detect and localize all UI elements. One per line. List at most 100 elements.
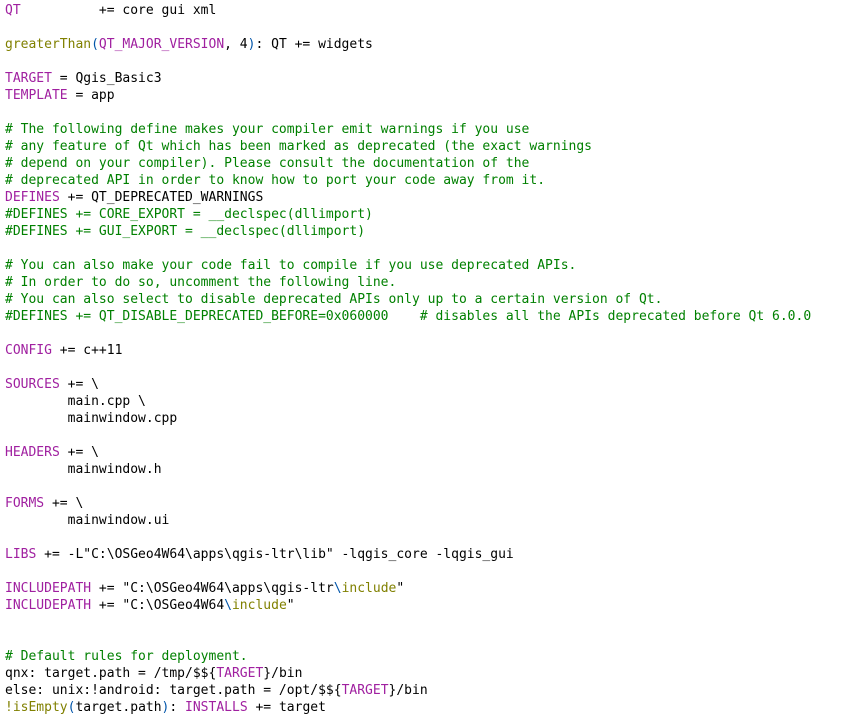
code-token: TARGET [216, 666, 264, 681]
code-token: += target [247, 700, 326, 715]
code-token: include [231, 598, 287, 613]
code-line: LIBS += -L"C:\OSGeo4W64\apps\qgis-ltr\li… [5, 546, 811, 563]
code-token: mainwindow.h [5, 462, 162, 477]
code-line: HEADERS += \ [5, 444, 811, 461]
code-line: # You can also make your code fail to co… [5, 257, 811, 274]
source-code-text[interactable]: QT += core gui xml greaterThan(QT_MAJOR_… [5, 2, 811, 716]
code-line: # depend on your compiler). Please consu… [5, 155, 811, 172]
code-token: mainwindow.ui [5, 513, 170, 528]
code-line: FORMS += \ [5, 495, 811, 512]
code-token: \ [333, 581, 342, 596]
code-token: TARGET [341, 683, 389, 698]
code-line: TARGET = Qgis_Basic3 [5, 70, 811, 87]
code-token: , 4 [224, 37, 248, 52]
code-token: INSTALLS [185, 700, 248, 715]
code-token: main.cpp \ [5, 394, 146, 409]
code-line: # any feature of Qt which has been marke… [5, 138, 811, 155]
code-token: ( [91, 37, 99, 52]
code-token: = app [67, 88, 115, 103]
code-token: # You can also select to disable depreca… [5, 292, 663, 307]
code-token: : QT += widgets [255, 37, 373, 52]
code-token: = Qgis_Basic3 [51, 71, 162, 86]
code-token: INCLUDEPATH [5, 598, 92, 613]
code-token: else: unix:!android: target.path = /opt/… [5, 683, 334, 698]
code-token: += -L"C:\OSGeo4W64\apps\qgis-ltr\lib" -l… [36, 547, 514, 562]
code-line: # Default rules for deployment. [5, 648, 811, 665]
code-token: += \ [59, 377, 99, 392]
code-line: INCLUDEPATH += "C:\OSGeo4W64\apps\qgis-l… [5, 580, 811, 597]
code-token: target.path [75, 700, 162, 715]
code-token: " [396, 581, 405, 596]
code-line: #DEFINES += QT_DISABLE_DEPRECATED_BEFORE… [5, 308, 811, 325]
code-line: TEMPLATE = app [5, 87, 811, 104]
code-token: CONFIG [5, 343, 52, 358]
code-token: += "C:\OSGeo4W64\apps\qgis-ltr [91, 581, 334, 596]
code-token: greaterThan [5, 37, 92, 52]
code-token: += QT_DEPRECATED_WARNINGS [59, 190, 264, 205]
code-line: main.cpp \ [5, 393, 811, 410]
code-token: += core gui xml [20, 3, 217, 18]
code-editor-surface[interactable]: QT += core gui xml greaterThan(QT_MAJOR_… [0, 0, 855, 723]
code-token: INCLUDEPATH [5, 581, 92, 596]
code-line: greaterThan(QT_MAJOR_VERSION, 4): QT += … [5, 36, 811, 53]
code-token: QT_MAJOR_VERSION [98, 37, 225, 52]
code-token: # Default rules for deployment. [5, 649, 248, 664]
code-token: " [286, 598, 295, 613]
code-token: # any feature of Qt which has been marke… [5, 139, 592, 154]
code-token: /bin [271, 666, 303, 681]
code-token: } [263, 666, 272, 681]
code-token: # The following define makes your compil… [5, 122, 530, 137]
code-line: #DEFINES += CORE_EXPORT = __declspec(dll… [5, 206, 811, 223]
code-line: mainwindow.ui [5, 512, 811, 529]
code-token: SOURCES [5, 377, 60, 392]
code-line: QT += core gui xml [5, 2, 811, 19]
code-line: #DEFINES += GUI_EXPORT = __declspec(dlli… [5, 223, 811, 240]
code-token: \ [224, 598, 232, 613]
code-token: += \ [59, 445, 99, 460]
code-token: LIBS [5, 547, 37, 562]
code-token: += c++11 [51, 343, 123, 358]
code-token: HEADERS [5, 445, 60, 460]
code-token: FORMS [5, 496, 45, 511]
code-line: mainwindow.cpp [5, 410, 811, 427]
code-line: !isEmpty(target.path): INSTALLS += targe… [5, 699, 811, 716]
code-line: INCLUDEPATH += "C:\OSGeo4W64\include" [5, 597, 811, 614]
code-token: QT [5, 3, 21, 18]
code-line: else: unix:!android: target.path = /opt/… [5, 682, 811, 699]
code-line: CONFIG += c++11 [5, 342, 811, 359]
code-token: DEFINES [5, 190, 60, 205]
code-token: { [333, 683, 342, 698]
code-token: TEMPLATE [5, 88, 68, 103]
code-line: # In order to do so, uncomment the follo… [5, 274, 811, 291]
code-line: # You can also select to disable depreca… [5, 291, 811, 308]
code-token: !isEmpty [5, 700, 68, 715]
code-token: # deprecated API in order to know how to… [5, 173, 546, 188]
code-line: mainwindow.h [5, 461, 811, 478]
code-token: #DEFINES += CORE_EXPORT = __declspec(dll… [5, 207, 373, 222]
code-token: += \ [44, 496, 84, 511]
code-token: mainwindow.cpp [5, 411, 178, 426]
code-token: # You can also make your code fail to co… [5, 258, 577, 273]
code-token: qnx: target.path = /tmp/$$ [5, 666, 209, 681]
code-line: DEFINES += QT_DEPRECATED_WARNINGS [5, 189, 811, 206]
code-token: # depend on your compiler). Please consu… [5, 156, 530, 171]
code-token: #DEFINES += QT_DISABLE_DEPRECATED_BEFORE… [5, 309, 812, 324]
code-token: /bin [396, 683, 428, 698]
code-token: : [169, 700, 186, 715]
code-token: TARGET [5, 71, 52, 86]
code-token: += "C:\OSGeo4W64 [91, 598, 225, 613]
code-token: include [341, 581, 397, 596]
code-line: # The following define makes your compil… [5, 121, 811, 138]
